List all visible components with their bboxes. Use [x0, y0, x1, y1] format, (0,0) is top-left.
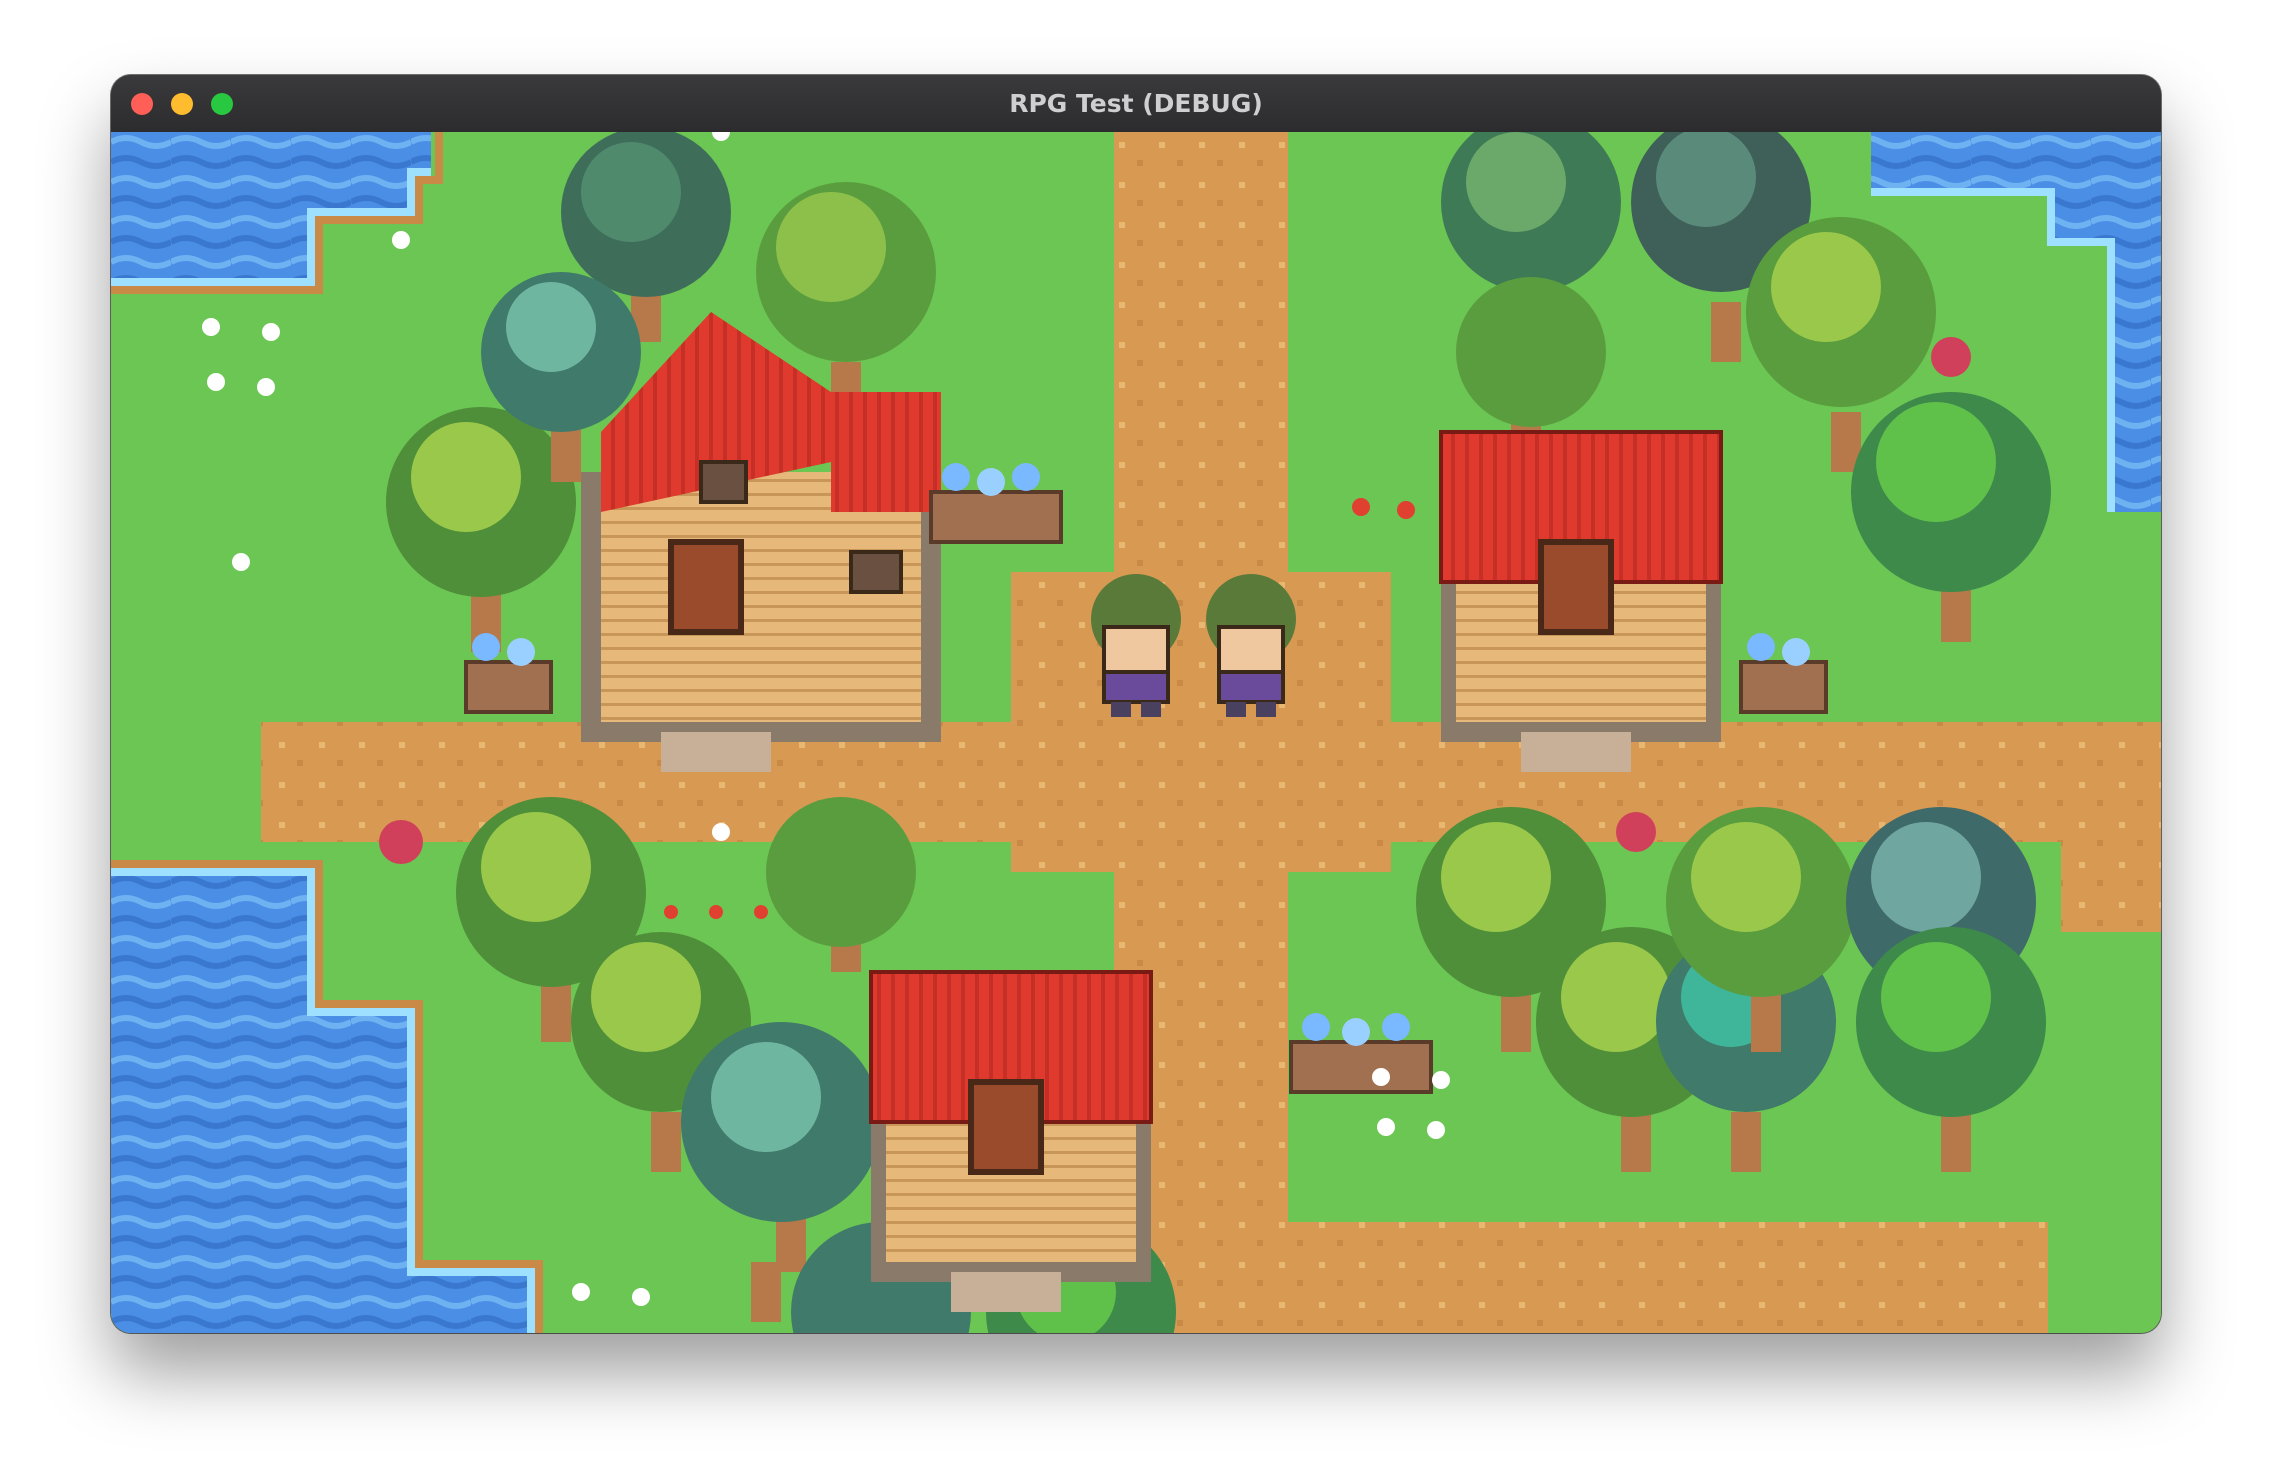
title-bar[interactable]: RPG Test (DEBUG)	[111, 75, 2161, 133]
npc-character	[1206, 574, 1296, 717]
game-viewport[interactable]	[111, 132, 2161, 1333]
house-bottom	[869, 970, 1153, 1312]
player-character	[1091, 574, 1181, 717]
app-window: RPG Test (DEBUG)	[111, 75, 2161, 1333]
window-title: RPG Test (DEBUG)	[1009, 89, 1263, 118]
house-top-right	[1439, 430, 1723, 772]
game-scene	[111, 132, 2161, 1333]
